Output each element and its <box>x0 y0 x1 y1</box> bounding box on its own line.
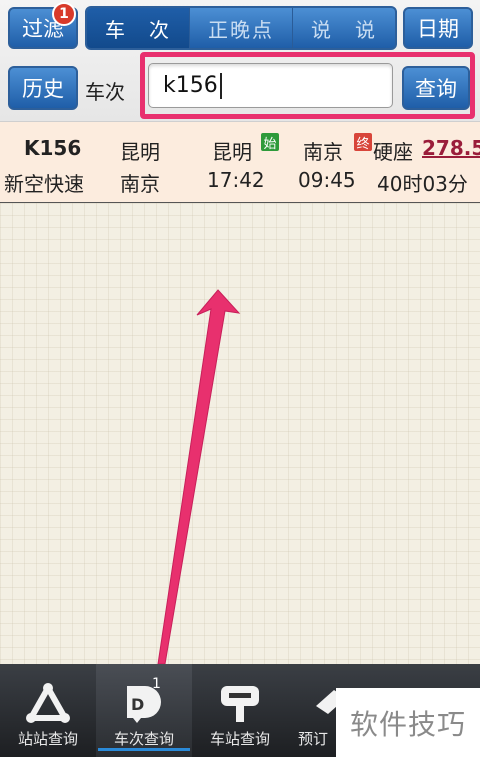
tab-station-to-station[interactable]: 站站查询 <box>0 664 96 757</box>
end-tag-icon: 终 <box>354 133 372 152</box>
train-number: K156 <box>24 136 82 160</box>
route-to: 南京 <box>120 172 160 196</box>
tab-train-number[interactable]: D 1 车次查询 <box>96 664 192 757</box>
history-button-label: 历史 <box>22 77 64 101</box>
tab-badge: 1 <box>152 676 161 692</box>
tab-label: 车次查询 <box>113 730 174 748</box>
svg-text:D: D <box>131 695 144 714</box>
date-button-label: 日期 <box>417 17 459 41</box>
depart-time: 17:42 <box>207 168 265 192</box>
search-label: 车次 <box>85 80 125 104</box>
depart-station: 昆明 <box>212 140 252 164</box>
arrive-station: 南京 <box>303 140 343 164</box>
start-tag-icon: 始 <box>261 133 279 152</box>
segment-on-time[interactable]: 正晚点 <box>189 8 292 48</box>
segment-comments[interactable]: 说 说 <box>292 8 395 48</box>
text-cursor <box>219 72 222 99</box>
watermark: 软件技巧 <box>336 688 480 757</box>
active-tab-indicator <box>98 748 190 751</box>
query-button-label: 查询 <box>415 77 457 101</box>
station-sign-icon <box>221 686 259 722</box>
tab-label: 站站查询 <box>17 730 78 748</box>
query-button[interactable]: 查询 <box>402 66 470 110</box>
date-button[interactable]: 日期 <box>403 7 473 49</box>
history-button[interactable]: 历史 <box>8 66 78 110</box>
triangle-route-icon <box>26 683 70 723</box>
seat-type: 硬座 <box>373 140 413 164</box>
route-from: 昆明 <box>120 140 160 164</box>
results-empty-area <box>0 203 480 664</box>
annotation-arrow-icon <box>157 289 241 664</box>
tab-station-search[interactable]: 车站查询 <box>192 664 288 757</box>
train-type: 新空快速 <box>4 172 84 196</box>
arrive-time: 09:45 <box>298 168 356 192</box>
travel-duration: 40时03分 <box>377 172 468 196</box>
mode-segmented-control: 车 次 正晚点 说 说 <box>85 6 397 50</box>
search-input-value: k156 <box>163 73 218 98</box>
tab-label: 车站查询 <box>209 730 270 748</box>
ticket-price[interactable]: 278.5 <box>422 136 480 160</box>
train-result-row[interactable]: K156 新空快速 昆明 南京 昆明 始 17:42 南京 终 09:45 硬座… <box>0 122 480 203</box>
filter-badge: 1 <box>52 2 76 26</box>
tab-label: 预订 <box>297 730 328 748</box>
segment-train-number[interactable]: 车 次 <box>87 8 189 48</box>
top-toolbar: 过滤 1 车 次 正晚点 说 说 日期 历史 车次 k156 查询 <box>0 0 480 122</box>
train-number-input[interactable]: k156 <box>148 63 393 108</box>
